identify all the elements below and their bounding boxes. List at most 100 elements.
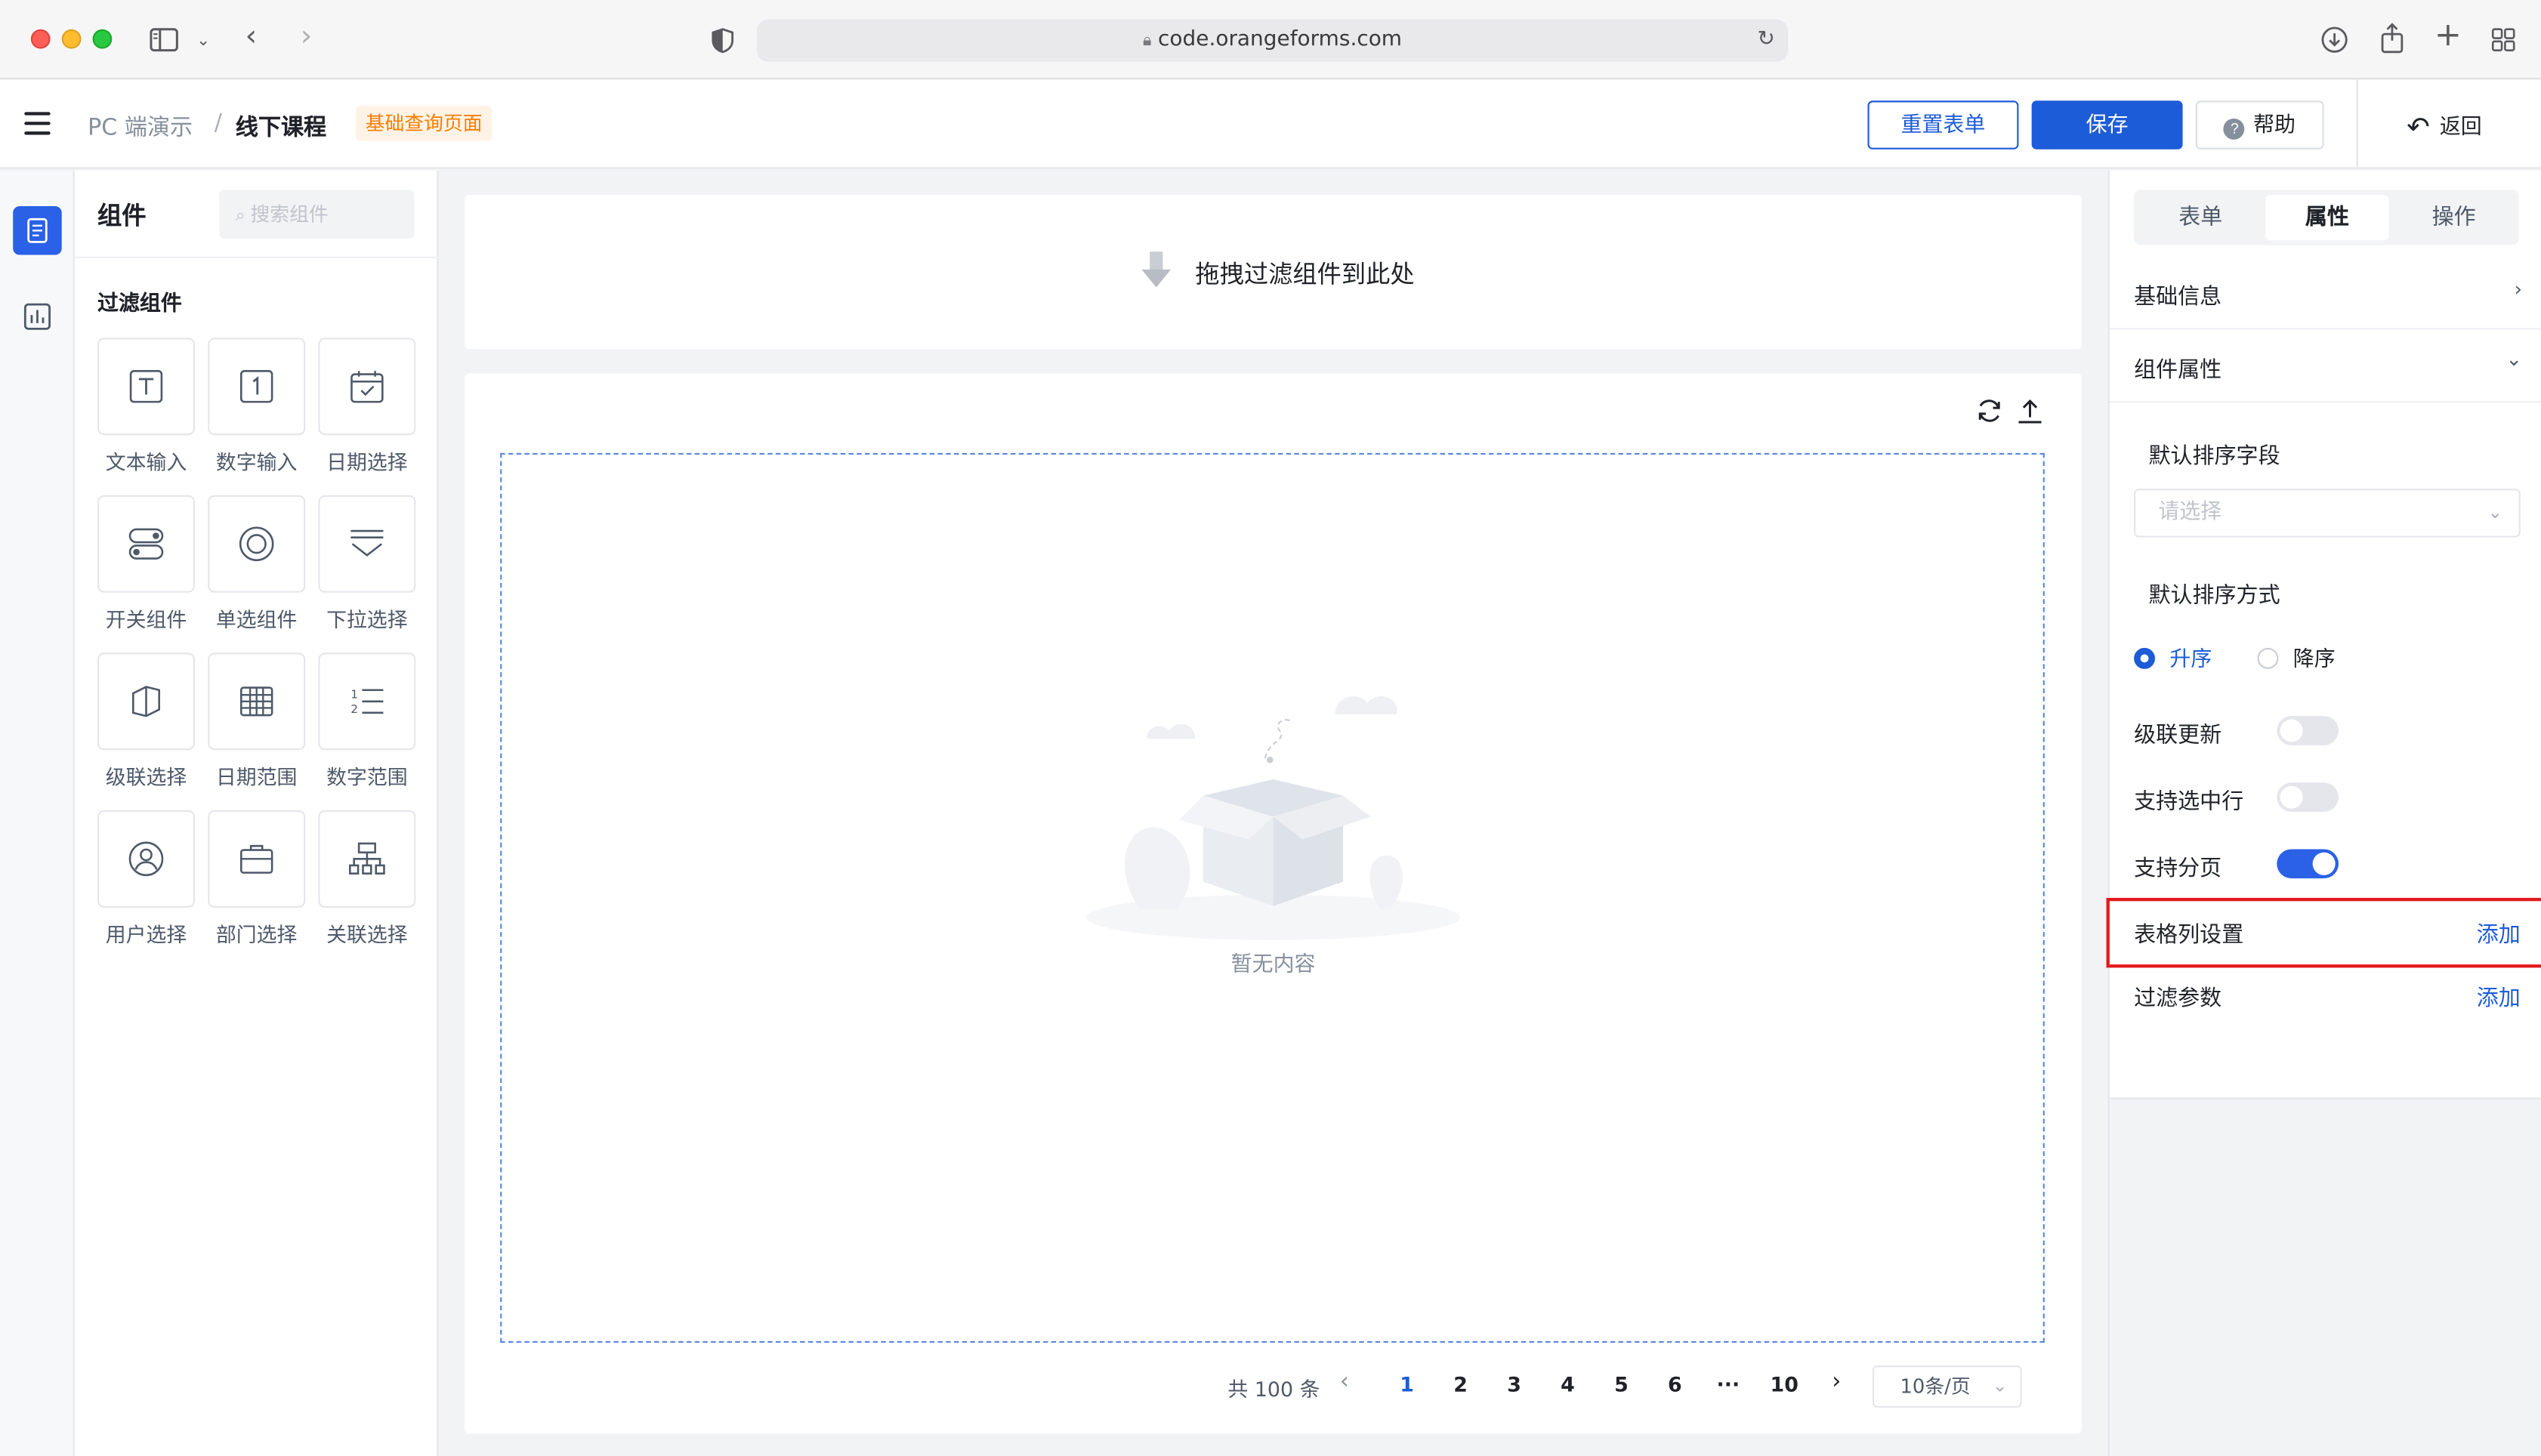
tab-overview-icon[interactable]	[2491, 28, 2515, 57]
upload-icon[interactable]	[2015, 396, 2045, 426]
component-number-range[interactable]: 12 数字范围	[318, 652, 416, 791]
sort-desc-label: 降序	[2292, 647, 2336, 673]
download-arrow-icon	[1141, 251, 1172, 288]
basic-info-section[interactable]: 基础信息	[2134, 278, 2221, 310]
back-button[interactable]: ↶ 返回	[2407, 109, 2481, 144]
sort-desc-radio[interactable]: 降序	[2257, 641, 2336, 673]
back-label: 返回	[2439, 115, 2482, 140]
component-label: 单选组件	[215, 607, 298, 632]
component-props-section[interactable]: 组件属性	[2134, 350, 2221, 383]
chevron-down-icon[interactable]: ⌄	[196, 29, 210, 54]
component-date-range[interactable]: 日期范围	[208, 652, 306, 791]
date-picker-icon	[350, 371, 384, 403]
chevron-right-icon[interactable]: ›	[2515, 278, 2522, 301]
download-icon[interactable]	[2320, 26, 2348, 58]
reload-icon[interactable]: ↻	[1758, 28, 1775, 52]
component-user-select[interactable]: 用户选择	[97, 810, 195, 949]
breadcrumb-pc-demo[interactable]: PC 端演示	[88, 110, 193, 143]
page-5[interactable]: 5	[1614, 1372, 1629, 1396]
pagination-label: 支持分页	[2134, 856, 2222, 882]
page-size-select[interactable]: 10条/页 ⌄	[1872, 1365, 2022, 1408]
next-page-icon[interactable]: ›	[1832, 1368, 1841, 1394]
prev-page-icon[interactable]: ‹	[1340, 1368, 1349, 1394]
section-divider	[2109, 328, 2541, 330]
reset-form-button[interactable]: 重置表单	[1867, 100, 2019, 150]
page-2[interactable]: 2	[1453, 1372, 1468, 1396]
sidebar-toggle-icon[interactable]	[150, 28, 179, 57]
page-type-tag: 基础查询页面	[355, 105, 492, 142]
component-relation-select[interactable]: 关联选择	[318, 810, 416, 949]
radio-icon	[239, 526, 274, 562]
sort-asc-label: 升序	[2169, 647, 2212, 673]
sort-asc-radio[interactable]: 升序	[2134, 641, 2212, 672]
empty-box-illustration	[1086, 696, 1460, 940]
sort-field-placeholder: 请选择	[2158, 500, 2222, 525]
maximize-window-button[interactable]	[92, 29, 113, 49]
component-dropdown[interactable]: 下拉选择	[318, 495, 416, 634]
select-row-switch[interactable]	[2277, 782, 2339, 812]
privacy-shield-icon[interactable]	[712, 28, 734, 59]
component-search-placeholder: 搜索组件	[250, 202, 329, 226]
component-label: 下拉选择	[326, 607, 408, 632]
drop-hint-text: 拖拽过滤组件到此处	[1195, 260, 1415, 289]
empty-text: 暂无内容	[1230, 953, 1316, 978]
page-3[interactable]: 3	[1507, 1372, 1521, 1396]
page-10[interactable]: 10	[1771, 1372, 1798, 1396]
help-icon: ?	[2224, 118, 2246, 140]
filter-drop-zone[interactable]: 拖拽过滤组件到此处	[464, 195, 2083, 350]
component-date-picker[interactable]: 日期选择	[318, 338, 416, 476]
cascade-update-switch[interactable]	[2277, 716, 2339, 745]
component-cascader[interactable]: 级联选择	[97, 652, 195, 791]
filter-components-title: 过滤组件	[97, 292, 182, 317]
help-button[interactable]: ? 帮助	[2195, 100, 2324, 150]
minimize-window-button[interactable]	[61, 29, 82, 49]
component-radio[interactable]: 单选组件	[208, 495, 306, 634]
component-label: 数字范围	[326, 764, 408, 789]
close-window-button[interactable]	[30, 29, 51, 49]
component-label: 部门选择	[215, 922, 298, 947]
tab-actions[interactable]: 操作	[2392, 195, 2515, 240]
svg-text:2: 2	[350, 702, 358, 716]
refresh-icon[interactable]	[1974, 396, 2004, 426]
tab-form[interactable]: 表单	[2139, 195, 2262, 240]
document-icon	[27, 217, 48, 243]
component-label: 日期范围	[215, 764, 298, 789]
select-row-label: 支持选中行	[2134, 788, 2244, 816]
page-ellipsis[interactable]: ···	[1717, 1372, 1740, 1396]
add-filter-param-button[interactable]: 添加	[2477, 979, 2521, 1011]
address-bar[interactable]: 🔒︎ code.orangeforms.com ↻	[756, 19, 1789, 62]
page-size-value: 10条/页	[1900, 1375, 1971, 1399]
back-nav-icon[interactable]: ‹	[245, 22, 257, 51]
share-icon[interactable]	[2379, 23, 2405, 58]
chevron-down-icon[interactable]: ⌄	[2505, 347, 2522, 370]
tab-properties[interactable]: 属性	[2265, 195, 2389, 241]
page-4[interactable]: 4	[1561, 1372, 1575, 1396]
dropdown-icon	[350, 529, 384, 557]
text-input-icon	[129, 369, 163, 403]
component-text-input[interactable]: 文本输入	[97, 338, 195, 476]
lock-icon: 🔒︎	[1142, 32, 1152, 51]
forward-nav-icon[interactable]: ›	[301, 22, 312, 51]
help-label: 帮助	[2253, 112, 2296, 137]
app-header: PC 端演示 / 线下课程 基础查询页面 重置表单 保存 ? 帮助 ↶ 返回	[0, 79, 2541, 169]
table-area: 暂无内容 共 100 条 ‹ 1 2 3 4 5 6 ··· 10 › 10条/…	[464, 373, 2083, 1434]
component-label: 数字输入	[215, 449, 298, 474]
component-switch[interactable]: 开关组件	[97, 495, 195, 634]
section-divider	[2109, 401, 2541, 403]
component-search-input[interactable]: ⌕ 搜索组件	[219, 190, 415, 239]
pagination-switch[interactable]	[2277, 849, 2339, 879]
component-department-select[interactable]: 部门选择	[208, 810, 306, 949]
rail-components-button[interactable]	[13, 206, 62, 255]
properties-panel-empty-area	[2107, 1099, 2541, 1456]
hamburger-menu-icon[interactable]	[24, 112, 51, 135]
sort-field-select[interactable]: 请选择 ⌄	[2134, 489, 2521, 538]
page-6[interactable]: 6	[1668, 1372, 1682, 1396]
save-button[interactable]: 保存	[2031, 100, 2183, 150]
page-1[interactable]: 1	[1400, 1372, 1414, 1396]
component-number-input[interactable]: 数字输入	[208, 338, 306, 476]
component-panel-title: 组件	[97, 201, 147, 231]
rail-chart-button[interactable]	[13, 292, 62, 341]
component-label: 文本输入	[105, 449, 187, 474]
pagination-total: 共 100 条	[1227, 1377, 1320, 1402]
new-tab-icon[interactable]: +	[2434, 18, 2462, 51]
